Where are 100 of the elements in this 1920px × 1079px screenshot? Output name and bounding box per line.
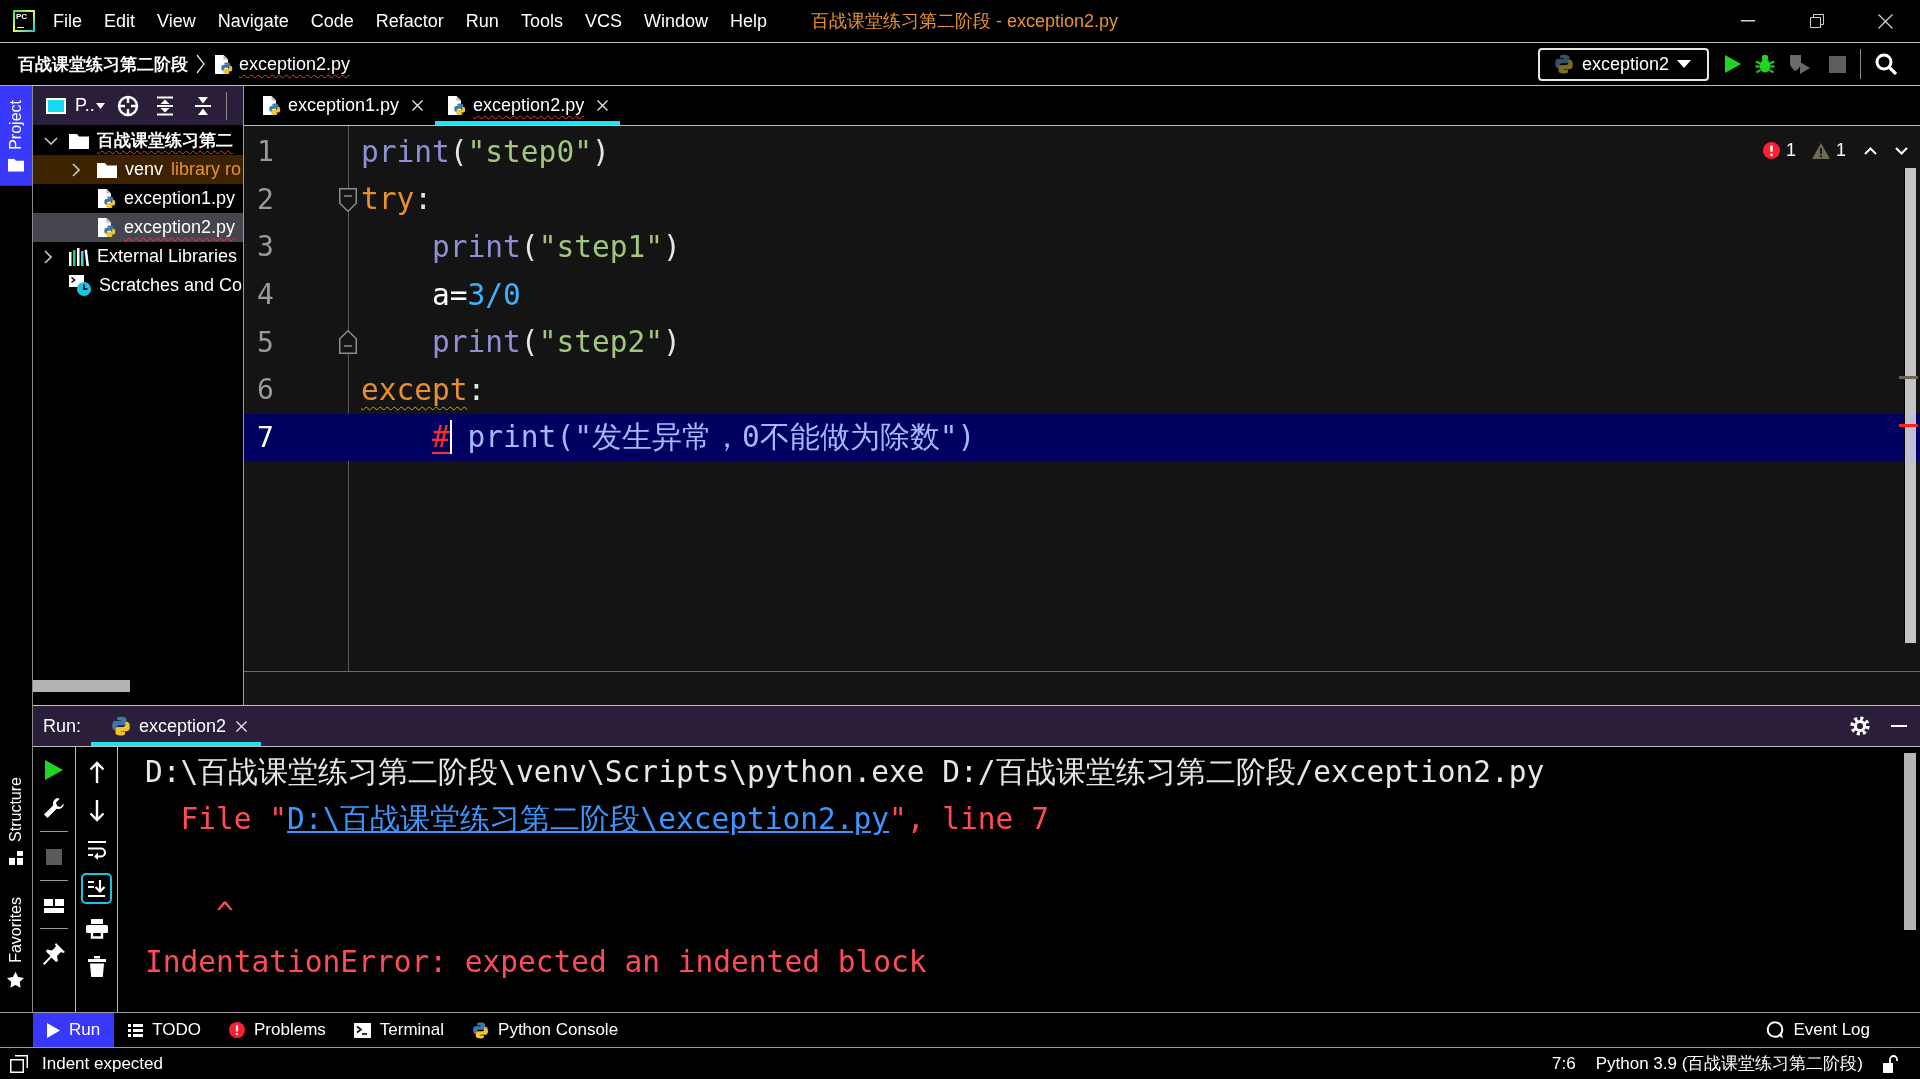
run-icon[interactable] — [1725, 55, 1741, 73]
python-file-icon — [97, 217, 116, 238]
menu-item[interactable]: Tools — [509, 0, 574, 42]
library-icon — [69, 247, 89, 266]
menu-item[interactable]: Edit — [93, 0, 147, 42]
tree-item[interactable]: venv library ro — [33, 155, 243, 184]
python-file-icon — [447, 95, 467, 116]
menu-item[interactable]: Window — [632, 0, 719, 42]
chevron-right-icon[interactable] — [72, 162, 80, 177]
soft-wrap-icon[interactable] — [86, 840, 107, 860]
tool-window-tab[interactable]: Event Log — [1752, 1013, 1884, 1047]
speech-bubble-icon — [1766, 1021, 1785, 1039]
breadcrumb[interactable]: 百战课堂练习第二阶段 — [18, 52, 188, 76]
breadcrumb[interactable]: exception2.py — [214, 53, 351, 75]
lock-icon[interactable] — [1883, 1054, 1898, 1073]
folder-icon — [69, 132, 89, 149]
wrench-icon[interactable] — [44, 798, 64, 818]
window-icon[interactable] — [10, 1054, 28, 1073]
arrow-down-icon[interactable] — [88, 800, 105, 822]
stop-icon[interactable] — [1829, 55, 1846, 73]
printer-icon[interactable] — [85, 919, 108, 939]
fold-icon[interactable] — [339, 187, 357, 212]
arrow-up-icon[interactable] — [88, 761, 105, 783]
coverage-icon[interactable] — [1789, 54, 1811, 74]
play-icon — [47, 1022, 60, 1038]
python-icon — [111, 716, 132, 736]
line-number: 3 — [256, 230, 275, 264]
tree-item[interactable]: exception1.py — [33, 184, 243, 213]
console-tab[interactable]: exception2 — [91, 706, 262, 746]
file-link[interactable]: D:\百战课堂练习第二阶段\exception2.py — [287, 802, 890, 837]
console-line: File "D:\百战课堂练习第二阶段\exception2.py", line 7 — [180, 802, 1049, 837]
scrollbar-thumb[interactable] — [1904, 753, 1916, 930]
menu-item[interactable]: Help — [718, 0, 778, 42]
menu-item[interactable]: View — [146, 0, 207, 42]
panel-label: Run: — [42, 714, 82, 738]
caret-position[interactable]: 7:6 — [1552, 1053, 1576, 1074]
close-icon[interactable] — [1878, 13, 1893, 29]
code-line: except: — [361, 372, 486, 407]
tool-window-tab[interactable]: Terminal — [339, 1013, 459, 1047]
error-icon — [229, 1022, 245, 1038]
tool-window-tab[interactable]: Structure — [0, 763, 32, 880]
interpreter-selector[interactable]: Python 3.9 (百战课堂练习第二阶段) — [1595, 1052, 1863, 1075]
tool-window-tab[interactable]: Run — [33, 1013, 115, 1047]
rerun-icon[interactable] — [45, 760, 63, 780]
star-icon — [7, 972, 25, 988]
code-line: print("step2") — [432, 325, 681, 360]
code-line: print("step0") — [361, 134, 610, 169]
menu-item[interactable]: Code — [299, 0, 365, 42]
fold-icon[interactable] — [339, 330, 357, 355]
line-number: 1 — [256, 135, 275, 169]
window-title: 百战课堂练习第二阶段 - exception2.py — [811, 10, 1119, 33]
minimize-icon[interactable] — [1740, 20, 1755, 22]
error-stripe-icon[interactable] — [1899, 423, 1918, 427]
editor-tab[interactable]: exception1.py — [250, 86, 436, 125]
tree-item[interactable]: exception2.py — [33, 213, 243, 242]
tool-window-tab[interactable]: Project — [0, 86, 32, 186]
close-icon[interactable] — [412, 100, 424, 111]
line-number: 2 — [256, 182, 275, 216]
error-icon[interactable] — [1762, 142, 1780, 159]
tree-item[interactable]: 百战课堂练习第二 — [33, 126, 243, 155]
tool-window-tab[interactable]: Problems — [215, 1013, 340, 1047]
chevron-up-icon[interactable] — [1864, 146, 1877, 155]
layout-icon[interactable] — [44, 899, 64, 913]
view-dropdown[interactable]: P.. — [75, 95, 105, 116]
menu-item[interactable]: Refactor — [364, 0, 455, 42]
chevron-right-icon[interactable] — [44, 249, 52, 264]
menu-item[interactable]: Run — [454, 0, 510, 42]
scrollbar-thumb[interactable] — [33, 680, 130, 692]
tool-window-tab[interactable]: Favorites — [0, 883, 32, 1002]
warning-stripe-icon[interactable] — [1899, 375, 1918, 379]
trash-icon[interactable] — [87, 956, 106, 977]
close-icon[interactable] — [236, 720, 248, 732]
scrollbar-thumb[interactable] — [1904, 168, 1916, 643]
chevron-down-icon[interactable] — [44, 136, 58, 145]
console-line: IndentationError: expected an indented block — [145, 944, 927, 979]
menu-item[interactable]: File — [42, 0, 93, 42]
python-file-icon — [262, 95, 281, 116]
scroll-to-end-icon[interactable] — [81, 873, 112, 904]
menu-item[interactable]: VCS — [573, 0, 633, 42]
collapse-all-icon[interactable] — [193, 95, 212, 116]
tool-window-tab[interactable]: Python Console — [458, 1013, 633, 1047]
settings-icon[interactable] — [1850, 716, 1870, 736]
code-line: a=3/0 — [432, 277, 521, 312]
close-icon[interactable] — [597, 100, 609, 111]
bug-icon[interactable] — [1755, 54, 1775, 74]
code-editor[interactable]: 1 print("step0") 2 try: 3 print("step1") 4 a=3/0 5 print("step2") 6 except: 7 # print("发生异常，0不能做为除数") 1 1 — [244, 126, 1920, 705]
view-icon[interactable] — [46, 97, 66, 114]
restore-icon[interactable] — [1809, 14, 1824, 28]
expand-all-icon[interactable] — [154, 95, 175, 116]
warning-icon[interactable] — [1812, 142, 1830, 159]
pin-icon[interactable] — [43, 943, 65, 965]
console-line: ^ — [216, 897, 234, 932]
tree-item[interactable]: External Libraries — [33, 242, 243, 271]
tree-item[interactable]: Scratches and Co — [33, 271, 243, 300]
code-line: # print("发生异常，0不能做为除数") — [432, 420, 976, 455]
locate-icon[interactable] — [116, 94, 139, 117]
menu-item[interactable]: Navigate — [206, 0, 300, 42]
search-icon[interactable] — [1875, 53, 1897, 75]
tool-window-tab[interactable]: TODO — [114, 1013, 215, 1047]
run-configuration-dropdown[interactable]: exception2 — [1537, 47, 1709, 81]
